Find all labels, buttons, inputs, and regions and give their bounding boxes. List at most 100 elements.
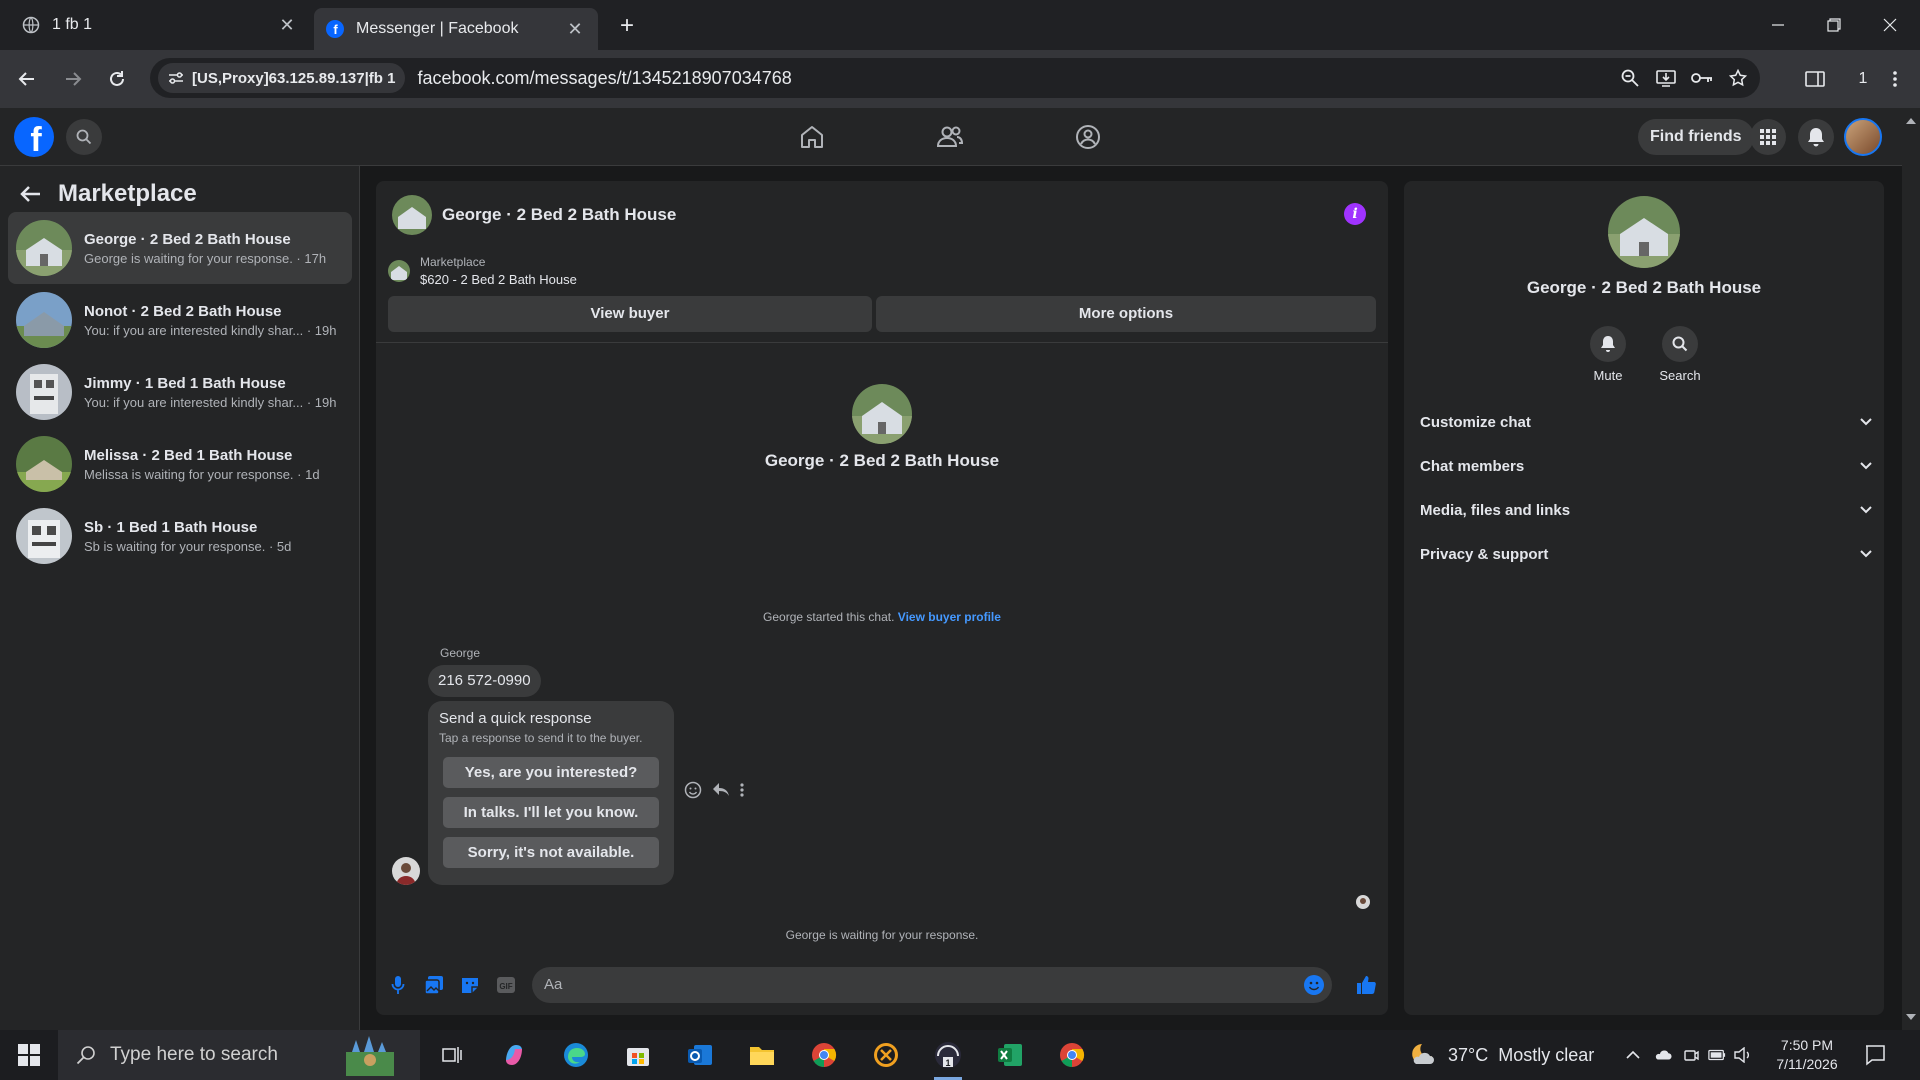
buyer-avatar xyxy=(852,384,912,444)
bookmark-star-icon[interactable] xyxy=(1724,64,1752,92)
chat-avatar[interactable] xyxy=(392,195,432,235)
search-chat-button[interactable]: Search xyxy=(1650,326,1710,383)
waiting-notice: George is waiting for your response. xyxy=(785,928,979,942)
back-button[interactable] xyxy=(12,64,42,94)
taskbar-search[interactable]: Type here to search xyxy=(58,1030,420,1080)
conversation-item[interactable]: Melissa · 2 Bed 1 Bath House Melissa is … xyxy=(8,428,352,500)
message-input-box[interactable] xyxy=(532,967,1332,1003)
url-text[interactable]: facebook.com/messages/t/1345218907034768 xyxy=(417,68,791,89)
sticker-icon[interactable] xyxy=(458,973,482,997)
chrome-icon[interactable] xyxy=(804,1035,844,1075)
chat-title[interactable]: George · 2 Bed 2 Bath House xyxy=(442,205,676,225)
reload-button[interactable] xyxy=(102,64,132,94)
gif-icon[interactable]: GIF xyxy=(494,973,518,997)
conversation-item[interactable]: Sb · 1 Bed 1 Bath House Sb is waiting fo… xyxy=(8,500,352,572)
ixbrowser-icon[interactable] xyxy=(866,1035,906,1075)
weather-temp: 37°C xyxy=(1448,1044,1489,1065)
message-bubble[interactable]: 216 572-0990 xyxy=(428,665,541,697)
conversation-name: Melissa · 2 Bed 1 Bath House xyxy=(84,446,293,464)
chrome-icon[interactable] xyxy=(1052,1035,1092,1075)
quick-reply-button[interactable]: Yes, are you interested? xyxy=(443,757,659,788)
browser-tab-2[interactable]: f Messenger | Facebook ✕ xyxy=(314,8,598,50)
profile-avatar[interactable] xyxy=(1844,118,1882,156)
more-options-button[interactable]: More options xyxy=(876,296,1376,332)
excel-icon[interactable] xyxy=(990,1035,1030,1075)
reply-icon[interactable] xyxy=(712,782,730,798)
browser-profile-app-icon[interactable]: 1 xyxy=(928,1035,968,1080)
browser-menu-icon[interactable] xyxy=(1880,64,1910,94)
find-friends-button[interactable]: Find friends xyxy=(1638,119,1754,155)
photo-icon[interactable] xyxy=(422,973,446,997)
close-tab-icon[interactable]: ✕ xyxy=(564,18,586,40)
site-info-chip[interactable]: [US,Proxy]63.125.89.137|fb 1 xyxy=(158,63,406,93)
notification-center-icon[interactable] xyxy=(1864,1044,1886,1066)
address-bar[interactable]: [US,Proxy]63.125.89.137|fb 1 facebook.co… xyxy=(150,58,1760,98)
restore-button[interactable] xyxy=(1806,0,1862,50)
back-arrow-icon[interactable] xyxy=(20,185,42,203)
weather-widget[interactable]: 37°C Mostly clear xyxy=(1408,1030,1594,1080)
onedrive-icon[interactable] xyxy=(1654,1046,1672,1064)
sidebar-title: Marketplace xyxy=(58,180,197,207)
home-nav-button[interactable] xyxy=(792,120,832,154)
info-icon[interactable]: i xyxy=(1344,203,1366,225)
browser-tab-1[interactable]: 1 fb 1 ✕ xyxy=(10,8,310,42)
install-app-icon[interactable] xyxy=(1652,64,1680,92)
side-panel-icon[interactable] xyxy=(1800,64,1830,94)
facebook-logo-icon[interactable]: f xyxy=(14,117,54,157)
more-icon[interactable] xyxy=(740,782,744,798)
groups-nav-button[interactable] xyxy=(1068,120,1108,154)
notifications-button[interactable] xyxy=(1798,119,1834,155)
facebook-search-button[interactable] xyxy=(66,119,102,155)
password-key-icon[interactable] xyxy=(1688,64,1716,92)
file-explorer-icon[interactable] xyxy=(742,1035,782,1075)
chevron-up-icon[interactable] xyxy=(1624,1046,1642,1064)
conversation-preview: You: if you are interested kindly shar..… xyxy=(84,322,337,338)
zoom-icon[interactable] xyxy=(1616,64,1644,92)
thumbs-up-icon[interactable] xyxy=(1354,973,1378,997)
mute-button[interactable]: Mute xyxy=(1578,326,1638,383)
conversation-item[interactable]: George · 2 Bed 2 Bath House George is wa… xyxy=(8,212,352,284)
react-emoji-icon[interactable] xyxy=(684,781,702,799)
windows-start-icon[interactable] xyxy=(0,1030,58,1080)
section-chat-members[interactable]: Chat members xyxy=(1420,448,1872,484)
sender-avatar[interactable] xyxy=(392,857,420,885)
battery-icon[interactable] xyxy=(1708,1046,1726,1064)
section-privacy-support[interactable]: Privacy & support xyxy=(1420,536,1872,572)
volume-icon[interactable] xyxy=(1734,1046,1752,1064)
message-composer: GIF xyxy=(376,961,1388,1011)
quick-reply-button[interactable]: In talks. I'll let you know. xyxy=(443,797,659,828)
view-buyer-profile-link[interactable]: View buyer profile xyxy=(898,610,1001,624)
listing-small-thumbnail xyxy=(388,260,410,282)
conversation-item[interactable]: Nonot · 2 Bed 2 Bath House You: if you a… xyxy=(8,284,352,356)
forward-button[interactable] xyxy=(58,64,88,94)
profile-count[interactable]: 1 xyxy=(1848,64,1878,94)
page-scrollbar[interactable] xyxy=(1902,108,1920,1030)
outlook-icon[interactable] xyxy=(680,1035,720,1075)
edge-browser-icon[interactable] xyxy=(556,1035,596,1075)
conversation-item[interactable]: Jimmy · 1 Bed 1 Bath House You: if you a… xyxy=(8,356,352,428)
message-input[interactable] xyxy=(544,976,1284,993)
minimize-button[interactable] xyxy=(1750,0,1806,50)
menu-grid-button[interactable] xyxy=(1750,119,1786,155)
facebook-header: f Find friends xyxy=(0,108,1920,166)
emoji-icon[interactable] xyxy=(1304,975,1324,995)
microphone-icon[interactable] xyxy=(386,973,410,997)
view-buyer-button[interactable]: View buyer xyxy=(388,296,872,332)
close-tab-icon[interactable]: ✕ xyxy=(276,14,298,36)
profile-avatar-large[interactable] xyxy=(1608,196,1680,268)
listing-info[interactable]: Marketplace $620 - 2 Bed 2 Bath House xyxy=(388,255,577,287)
quick-reply-button[interactable]: Sorry, it's not available. xyxy=(443,837,659,868)
meet-now-icon[interactable] xyxy=(1682,1046,1700,1064)
listing-thumbnail xyxy=(16,436,72,492)
copilot-icon[interactable] xyxy=(494,1035,534,1075)
section-customize-chat[interactable]: Customize chat xyxy=(1420,404,1872,440)
close-window-button[interactable] xyxy=(1862,0,1918,50)
task-view-icon[interactable] xyxy=(432,1035,472,1075)
conversation-preview: Melissa is waiting for your response. · … xyxy=(84,466,320,482)
section-media-files-links[interactable]: Media, files and links xyxy=(1420,492,1872,528)
new-tab-button[interactable]: + xyxy=(612,12,642,42)
microsoft-store-icon[interactable] xyxy=(618,1035,658,1075)
system-clock[interactable]: 7:50 PM 7/11/2026 xyxy=(1762,1036,1852,1074)
windows-taskbar: Type here to search 1 37°C Mostly clear … xyxy=(0,1030,1920,1080)
friends-nav-button[interactable] xyxy=(930,120,970,154)
